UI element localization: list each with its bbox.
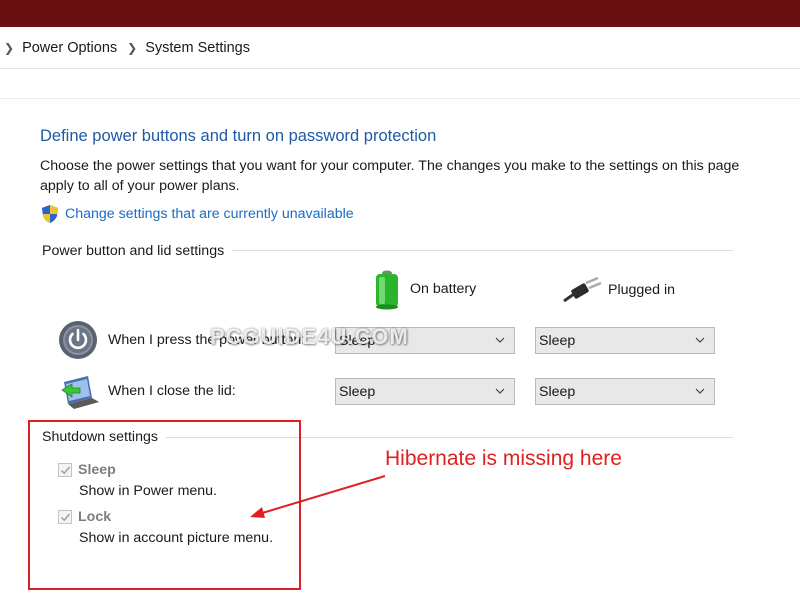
uac-shield-icon	[42, 205, 58, 223]
chevron-down-icon	[695, 388, 705, 394]
select-value: Sleep	[339, 383, 376, 400]
change-settings-link[interactable]: Change settings that are currently unava…	[40, 204, 354, 224]
annotation-arrow-icon	[250, 475, 386, 518]
watermark-text: PCGUIDE4U.COM	[210, 324, 409, 349]
col-plugged-in: Plugged in	[562, 277, 675, 303]
change-settings-label: Change settings that are currently unava…	[65, 206, 354, 222]
col-on-battery-label: On battery	[410, 281, 477, 297]
chevron-down-icon	[495, 337, 505, 343]
chevron-down-icon	[695, 337, 705, 343]
toolbar-strip	[0, 69, 800, 99]
col-on-battery: On battery	[372, 268, 476, 310]
select-value: Sleep	[539, 332, 576, 349]
page-title: Define power buttons and turn on passwor…	[40, 127, 437, 145]
annotation-text: Hibernate is missing here	[385, 447, 622, 470]
close-lid-label: When I close the lid:	[108, 383, 236, 399]
select-value: Sleep	[539, 383, 576, 400]
power-button-icon	[59, 321, 97, 359]
breadcrumb: ❯ Power Options ❯ System Settings	[0, 27, 800, 69]
chevron-right-icon: ❯	[4, 40, 15, 55]
battery-icon	[376, 270, 398, 310]
col-plugged-in-label: Plugged in	[608, 282, 676, 298]
chevron-right-icon: ❯	[127, 40, 138, 55]
laptop-lid-icon	[61, 376, 99, 409]
chevron-down-icon	[495, 388, 505, 394]
breadcrumb-system-settings[interactable]: System Settings	[145, 40, 250, 56]
close-lid-battery-select[interactable]: Sleep	[335, 378, 515, 405]
power-section-title: Power button and lid settings	[42, 243, 233, 259]
close-lid-plugged-select[interactable]: Sleep	[535, 378, 715, 405]
window-titlebar	[0, 0, 800, 27]
power-button-plugged-select[interactable]: Sleep	[535, 327, 715, 354]
breadcrumb-power-options[interactable]: Power Options	[22, 40, 117, 56]
power-plug-icon	[563, 277, 602, 303]
page-description: Choose the power settings that you want …	[40, 158, 740, 194]
